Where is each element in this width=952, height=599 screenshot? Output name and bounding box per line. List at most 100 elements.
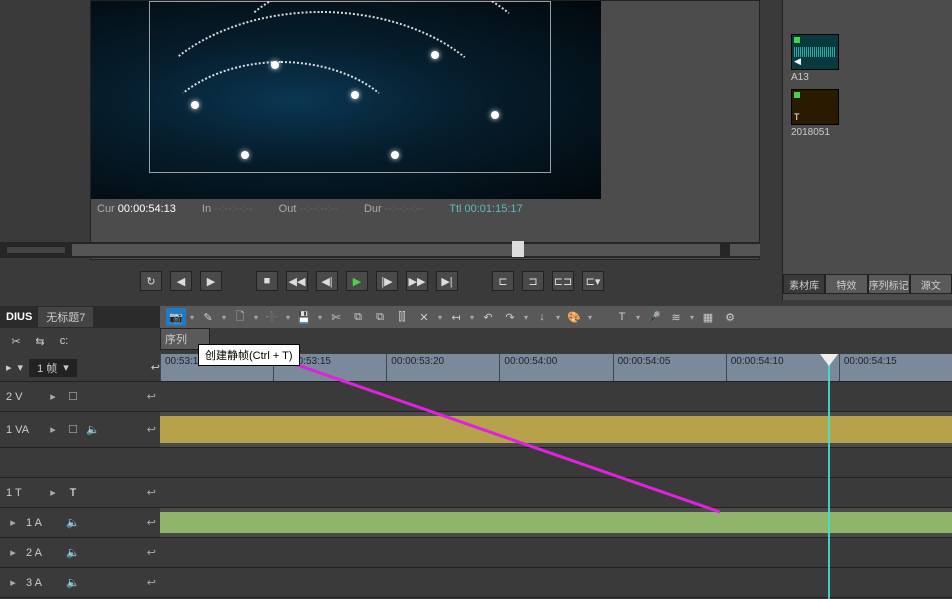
step-fwd-button[interactable]: |▶ [376, 271, 398, 291]
track-box-icon[interactable]: ☐ [66, 423, 80, 437]
bin-item[interactable]: ◀ A13 [791, 34, 839, 83]
track-expand-icon[interactable]: ▸ [46, 423, 60, 437]
title-icon[interactable]: T [66, 486, 80, 500]
split-button[interactable]: ⫿⫿ [392, 308, 412, 326]
playhead-icon[interactable] [820, 354, 838, 366]
text-button[interactable]: T [612, 308, 632, 326]
play-button[interactable]: ▶ [346, 271, 368, 291]
speaker-icon[interactable]: 🔈 [66, 516, 80, 530]
return-icon[interactable]: ↩ [147, 423, 156, 436]
mark-out-button[interactable]: ⊐ [522, 271, 544, 291]
dropdown-icon[interactable]: ▾ [436, 313, 444, 322]
go-end-button[interactable]: ▶| [436, 271, 458, 291]
expand-icon[interactable]: ▸ [6, 361, 12, 374]
bin-item[interactable]: T 2018051 [791, 89, 839, 138]
track-header-3a[interactable]: ▸ 3 A 🔈 ↩ [0, 568, 160, 597]
return-icon[interactable]: ↩ [147, 486, 156, 499]
speaker-icon[interactable]: 🔈 [86, 423, 100, 437]
track-header-1t[interactable]: 1 T ▸ T ↩ [0, 478, 160, 507]
scrub-bar[interactable] [0, 242, 760, 258]
dropdown-icon[interactable]: ▾ [634, 313, 642, 322]
mark-clip-button[interactable]: ⊏▾ [582, 271, 604, 291]
link-mode-button[interactable]: c: [54, 332, 74, 350]
rewind-button[interactable]: ◀◀ [286, 271, 308, 291]
scrub-right[interactable] [730, 244, 760, 256]
track-lane[interactable] [160, 568, 952, 597]
settings-button[interactable]: ⚙ [720, 308, 740, 326]
collapse-icon[interactable]: ▾ [18, 361, 24, 374]
undo-button[interactable]: ↶ [478, 308, 498, 326]
mic-button[interactable]: 🎤 [644, 308, 664, 326]
dropdown-icon[interactable]: ▾ [188, 313, 196, 322]
dropdown-icon[interactable]: ▾ [220, 313, 228, 322]
redo-button[interactable]: ↷ [500, 308, 520, 326]
clip[interactable] [160, 416, 952, 443]
track-lane[interactable] [160, 448, 952, 477]
preview-video[interactable] [91, 1, 601, 199]
bin-thumb-2018051[interactable]: T [791, 89, 839, 125]
copy-button[interactable]: ⧉ [348, 308, 368, 326]
stop-button[interactable]: ■ [256, 271, 278, 291]
track-lane[interactable] [160, 478, 952, 507]
bin-tab-library[interactable]: 素材库 [783, 274, 825, 294]
prev-button[interactable]: ◀ [170, 271, 192, 291]
track-expand-icon[interactable]: ▸ [46, 486, 60, 500]
return-icon[interactable]: ↩ [147, 516, 156, 529]
return-icon[interactable]: ↩ [147, 546, 156, 559]
down-button[interactable]: ↓ [532, 308, 552, 326]
bin-thumb-a13[interactable]: ◀ [791, 34, 839, 70]
pen-tool-button[interactable]: ✎ [198, 308, 218, 326]
dropdown-icon[interactable]: ▾ [522, 313, 530, 322]
fx-button[interactable]: ≋ [666, 308, 686, 326]
dropdown-icon[interactable]: ▾ [252, 313, 260, 322]
bin-tab-markers[interactable]: 序列标记 [868, 274, 910, 294]
track-header-2v[interactable]: 2 V ▸ ☐ ↩ [0, 382, 160, 411]
track-lane[interactable] [160, 538, 952, 567]
grid-button[interactable]: ▦ [698, 308, 718, 326]
scrub-track[interactable] [72, 244, 720, 256]
new-button[interactable]: 🗋 [230, 308, 250, 326]
dropdown-icon[interactable]: ▾ [284, 313, 292, 322]
add-button[interactable]: ➕ [262, 308, 282, 326]
zoom-dropdown[interactable]: 1 帧 ▾ [29, 359, 77, 377]
track-expand-icon[interactable]: ▸ [6, 546, 20, 560]
dropdown-icon[interactable]: ▾ [316, 313, 324, 322]
return-icon[interactable]: ↩ [147, 390, 156, 403]
ripple-left-button[interactable]: ↤ [446, 308, 466, 326]
dropdown-icon[interactable]: ▾ [586, 313, 594, 322]
loop-button[interactable]: ↻ [140, 271, 162, 291]
ripple-mode-button[interactable]: ⇆ [30, 332, 50, 350]
return-icon[interactable]: ↩ [147, 576, 156, 589]
mark-io-button[interactable]: ⊏⊐ [552, 271, 574, 291]
track-expand-icon[interactable]: ▸ [6, 516, 20, 530]
track-expand-icon[interactable]: ▸ [6, 576, 20, 590]
speaker-icon[interactable]: 🔈 [66, 576, 80, 590]
step-back-button[interactable]: ◀| [316, 271, 338, 291]
cut-button[interactable]: ✄ [326, 308, 346, 326]
dropdown-icon[interactable]: ▾ [468, 313, 476, 322]
dropdown-icon[interactable]: ▾ [554, 313, 562, 322]
save-button[interactable]: 💾 [294, 308, 314, 326]
bin-tab-source[interactable]: 源文 [910, 274, 952, 294]
cut-mode-button[interactable]: ✂ [6, 332, 26, 350]
track-header-2a[interactable]: ▸ 2 A 🔈 ↩ [0, 538, 160, 567]
track-lane[interactable] [160, 508, 952, 537]
color-button[interactable]: 🎨 [564, 308, 584, 326]
scrub-thumb[interactable] [512, 241, 524, 257]
delete-button[interactable]: ✕ [414, 308, 434, 326]
scrub-mini[interactable] [6, 246, 66, 254]
speaker-icon[interactable]: 🔈 [66, 546, 80, 560]
track-lane[interactable] [160, 382, 952, 411]
next-button[interactable]: ▶ [200, 271, 222, 291]
mark-in-button[interactable]: ⊏ [492, 271, 514, 291]
paste-button[interactable]: ⧉ [370, 308, 390, 326]
bin-tab-effects[interactable]: 特效 [825, 274, 867, 294]
track-box-icon[interactable]: ☐ [66, 390, 80, 404]
track-lane[interactable] [160, 412, 952, 447]
return-icon[interactable]: ↩ [151, 361, 160, 374]
create-still-button[interactable]: 📷 [166, 308, 186, 326]
track-header-1a[interactable]: ▸ 1 A 🔈 ↩ [0, 508, 160, 537]
track-header-1va[interactable]: 1 VA ▸ ☐ 🔈 ↩ [0, 412, 160, 447]
dropdown-icon[interactable]: ▾ [688, 313, 696, 322]
clip[interactable] [160, 512, 952, 533]
